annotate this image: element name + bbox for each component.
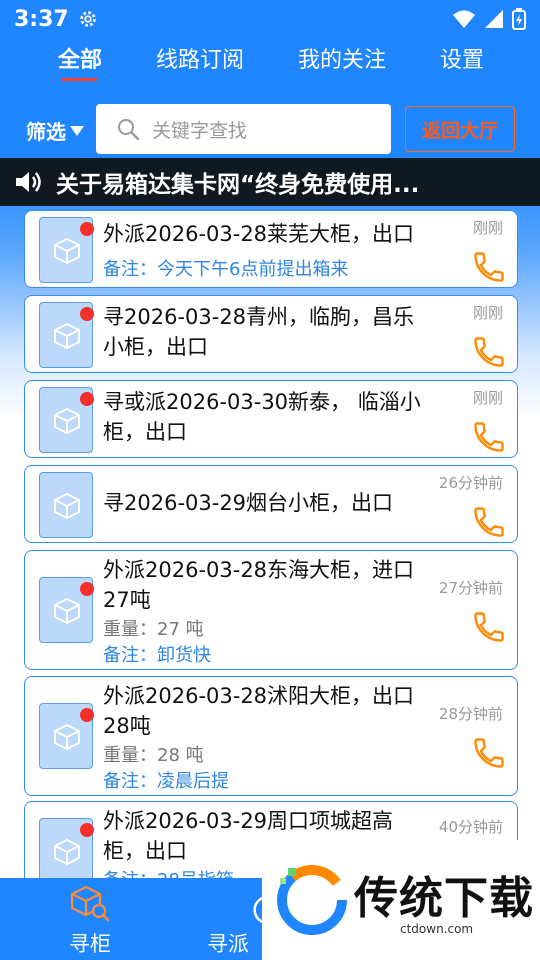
box-icon	[54, 597, 80, 625]
listing-title: 寻2026-03-28青州，临朐，昌乐小柜，出口	[103, 305, 415, 359]
box-icon	[54, 723, 80, 751]
watermark-swirl-icon	[277, 865, 347, 935]
box-icon	[54, 322, 80, 350]
unread-dot	[80, 708, 94, 722]
search-icon	[118, 119, 140, 141]
listing-title: 寻2026-03-29烟台小柜，出口	[103, 491, 394, 515]
phone-icon[interactable]	[471, 735, 507, 771]
container-thumbnail	[39, 577, 94, 643]
container-thumbnail	[39, 472, 93, 538]
listing-time: 26分钟前	[438, 474, 503, 492]
list-item[interactable]: 寻2026-03-28青州，临朐，昌乐小柜，出口 刚刚	[24, 295, 518, 373]
listing-note: 备注：28号指箱	[103, 866, 234, 878]
phone-icon[interactable]	[471, 419, 507, 455]
nav-find-container[interactable]: 寻柜	[30, 878, 150, 960]
listing-note: 备注：今天下午6点前提出箱来	[103, 259, 349, 280]
list-item[interactable]: 外派2026-03-28莱芜大柜，出口 备注：今天下午6点前提出箱来 刚刚	[24, 210, 518, 288]
filter-dropdown[interactable]: 筛选	[26, 116, 84, 145]
battery-icon	[512, 8, 526, 30]
container-thumbnail	[39, 387, 94, 453]
wifi-icon	[453, 10, 475, 28]
listing-weight: 重量：28 吨	[103, 745, 204, 766]
signal-icon	[485, 10, 503, 28]
top-tabs: 全部 线路订阅 我的关注 设置	[0, 40, 540, 84]
listing-note: 备注：凌晨后提	[103, 771, 229, 792]
listing-title: 外派2026-03-28沭阳大柜，出口28吨	[103, 684, 415, 738]
listing-title: 外派2026-03-28莱芜大柜，出口	[103, 222, 415, 246]
gear-icon	[79, 11, 96, 27]
listing-title: 寻或派2026-03-30新泰， 临淄小柜，出口	[103, 390, 421, 444]
announcement-text: 关于易箱达集卡网“终身免费使用...	[56, 172, 420, 198]
active-tab-indicator	[61, 78, 97, 81]
announcement-bar[interactable]: 关于易箱达集卡网“终身免费使用...	[0, 158, 540, 206]
filter-row: 筛选 关键字查找 返回大厅	[0, 104, 540, 154]
tab-all[interactable]: 全部	[52, 42, 108, 74]
listing-title: 外派2026-03-28东海大柜，进口27吨	[103, 558, 415, 612]
listing-time: 40分钟前	[438, 818, 503, 836]
listing-time: 刚刚	[472, 304, 503, 322]
status-icons	[452, 8, 526, 30]
speaker-icon	[16, 172, 41, 192]
listing-note: 备注：卸货快	[103, 645, 211, 666]
listing-time: 28分钟前	[438, 705, 503, 723]
unread-dot	[80, 222, 94, 236]
box-icon	[54, 407, 80, 435]
listing-list: 外派2026-03-28莱芜大柜，出口 备注：今天下午6点前提出箱来 刚刚 寻2…	[0, 210, 540, 878]
filter-label: 筛选	[26, 120, 66, 144]
search-placeholder: 关键字查找	[152, 119, 248, 142]
box-search-icon	[70, 885, 110, 922]
tab-route-subscription[interactable]: 线路订阅	[150, 42, 250, 74]
box-icon	[54, 492, 80, 520]
unread-dot	[80, 823, 94, 837]
unread-dot	[80, 582, 94, 596]
unread-dot	[80, 307, 94, 321]
watermark-logo: 传统下载 ctdown.com	[262, 840, 540, 960]
watermark-brand: 传统下载	[354, 873, 534, 924]
status-bar: 3:37	[0, 0, 540, 38]
tab-settings[interactable]: 设置	[434, 42, 490, 74]
watermark-url: ctdown.com	[400, 922, 474, 936]
box-icon	[54, 237, 80, 265]
phone-icon[interactable]	[471, 609, 507, 645]
nav-label: 寻派	[207, 932, 249, 956]
list-item[interactable]: 寻或派2026-03-30新泰， 临淄小柜，出口 刚刚	[24, 380, 518, 458]
container-thumbnail	[39, 703, 94, 769]
listing-weight: 重量：27 吨	[103, 619, 204, 640]
phone-icon[interactable]	[471, 334, 507, 370]
back-to-hall-button[interactable]: 返回大厅	[405, 106, 515, 152]
list-item[interactable]: 外派2026-03-28沭阳大柜，出口28吨 重量：28 吨 备注：凌晨后提 2…	[24, 676, 518, 796]
search-input[interactable]: 关键字查找	[96, 104, 391, 154]
tab-my-follows[interactable]: 我的关注	[292, 42, 392, 74]
listing-time: 刚刚	[472, 219, 503, 237]
listing-time: 刚刚	[472, 389, 503, 407]
phone-icon[interactable]	[471, 249, 507, 285]
box-icon	[54, 838, 80, 866]
container-thumbnail	[39, 217, 94, 283]
listing-time: 27分钟前	[438, 579, 503, 597]
status-time: 3:37	[14, 6, 69, 32]
list-item[interactable]: 寻2026-03-29烟台小柜，出口 26分钟前	[24, 465, 518, 543]
list-item[interactable]: 外派2026-03-28东海大柜，进口27吨 重量：27 吨 备注：卸货快 27…	[24, 550, 518, 670]
container-thumbnail	[39, 302, 94, 368]
nav-label: 寻柜	[69, 932, 111, 956]
unread-dot	[80, 392, 94, 406]
phone-icon[interactable]	[471, 504, 507, 540]
container-thumbnail	[39, 818, 94, 878]
dropdown-triangle-icon	[70, 125, 84, 136]
